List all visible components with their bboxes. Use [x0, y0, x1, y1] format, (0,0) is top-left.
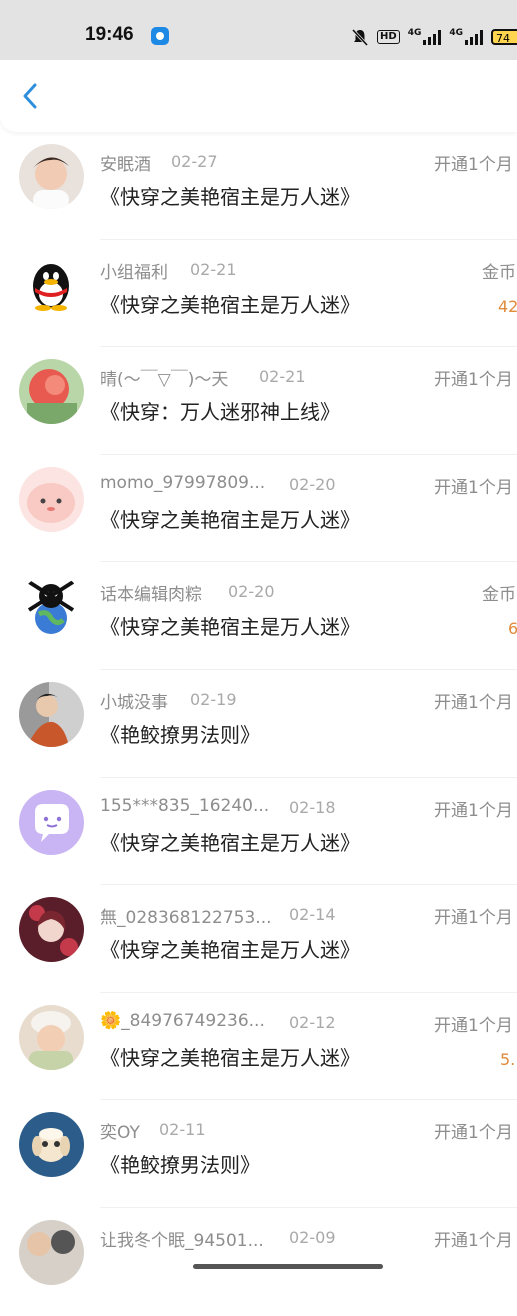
record-action: 开通1个月	[434, 1123, 513, 1144]
coin-amount: 42	[498, 296, 517, 316]
book-title[interactable]: 《快穿之美艳宿主是万人迷》	[100, 289, 360, 318]
signal-icon-1: 4G	[408, 29, 442, 45]
user-name: 话本编辑肉粽	[100, 585, 202, 606]
coin-amount: 6	[508, 619, 517, 639]
list-item[interactable]: 小城没事 02-19 《艳鲛撩男法则》 开通1个月	[0, 670, 517, 778]
user-name: 小城没事	[100, 692, 168, 713]
battery-icon: 74	[491, 29, 517, 45]
record-date: 02-14	[289, 905, 336, 925]
record-action: 开通1个月	[434, 1230, 513, 1251]
record-action: 开通1个月	[434, 908, 513, 929]
book-title[interactable]: 《快穿之美艳宿主是万人迷》	[100, 827, 360, 856]
record-date: 02-18	[289, 797, 336, 817]
user-name: 奕OY	[100, 1123, 140, 1144]
book-title[interactable]: 《艳鲛撩男法则》	[100, 719, 260, 748]
record-date: 02-21	[259, 367, 306, 387]
record-action: 开通1个月	[434, 477, 513, 498]
record-action: 开通1个月	[434, 1015, 513, 1036]
record-date: 02-19	[190, 689, 237, 709]
bell-muted-icon	[351, 28, 369, 46]
avatar[interactable]	[19, 1112, 84, 1178]
record-date: 02-21	[190, 259, 237, 279]
record-date: 02-11	[159, 1120, 206, 1140]
book-title[interactable]: 《快穿之美艳宿主是万人迷》	[100, 934, 360, 963]
app-notification-icon	[151, 27, 169, 45]
record-date: 02-20	[228, 582, 275, 602]
list-item[interactable]: 🌼_84976749236... 02-12 《快穿之美艳宿主是万人迷》 开通1…	[0, 993, 517, 1101]
user-name: 安眠酒	[100, 155, 151, 175]
signal-icon-2: 4G	[449, 29, 483, 45]
list-item[interactable]: momo_97997809... 02-20 《快穿之美艳宿主是万人迷》 开通1…	[0, 455, 517, 563]
list-item[interactable]: 让我冬个眠_94501... 02-09 开通1个月	[0, 1208, 517, 1316]
book-title[interactable]: 《快穿之美艳宿主是万人迷》	[100, 504, 360, 533]
user-name: 無_028368122753...	[100, 908, 272, 929]
avatar[interactable]	[19, 789, 84, 855]
list-item[interactable]: 话本编辑肉粽 02-20 《快穿之美艳宿主是万人迷》 金币 6	[0, 562, 517, 670]
avatar[interactable]	[19, 1004, 84, 1070]
record-date: 02-09	[289, 1227, 336, 1247]
user-name: momo_97997809...	[100, 472, 266, 493]
avatar[interactable]	[19, 144, 84, 209]
book-title[interactable]: 《艳鲛撩男法则》	[100, 1149, 260, 1178]
book-title[interactable]: 《快穿：万人迷邪神上线》	[100, 396, 340, 425]
list-item[interactable]: 安眠酒 02-27 《快穿之美艳宿主是万人迷》 开通1个月	[0, 132, 517, 240]
avatar[interactable]	[19, 466, 84, 532]
record-action: 开通1个月	[434, 800, 513, 821]
status-time: 19:46	[85, 24, 134, 45]
record-action: 金币	[482, 585, 516, 606]
record-action: 开通1个月	[434, 155, 513, 175]
avatar[interactable]	[19, 1219, 84, 1285]
book-title[interactable]: 《快穿之美艳宿主是万人迷》	[100, 181, 360, 210]
record-date: 02-20	[289, 474, 336, 494]
status-icons: HD 4G 4G 74	[351, 24, 517, 50]
record-list: 安眠酒 02-27 《快穿之美艳宿主是万人迷》 开通1个月 小组福利 02-21…	[0, 132, 517, 1316]
record-action: 开通1个月	[434, 692, 513, 713]
record-date: 02-27	[171, 152, 218, 171]
list-item[interactable]: 155***835_16240... 02-18 《快穿之美艳宿主是万人迷》 开…	[0, 778, 517, 886]
avatar[interactable]	[19, 897, 84, 963]
avatar[interactable]	[19, 574, 84, 640]
user-name: 小组福利	[100, 262, 168, 283]
list-item[interactable]: 無_028368122753... 02-14 《快穿之美艳宿主是万人迷》 开通…	[0, 885, 517, 993]
list-item[interactable]: 小组福利 02-21 《快穿之美艳宿主是万人迷》 金币 42	[0, 240, 517, 348]
list-item[interactable]: 奕OY 02-11 《艳鲛撩男法则》 开通1个月	[0, 1100, 517, 1208]
top-nav-bar	[0, 60, 517, 132]
book-title[interactable]: 《快穿之美艳宿主是万人迷》	[100, 611, 360, 640]
home-indicator[interactable]	[193, 1264, 383, 1269]
user-name: 晴(～￣▽￣)～天	[100, 370, 229, 391]
book-title[interactable]: 《快穿之美艳宿主是万人迷》	[100, 1042, 360, 1071]
coin-amount: 5.	[500, 1049, 516, 1069]
user-name: 让我冬个眠_94501...	[100, 1230, 264, 1251]
avatar[interactable]	[19, 251, 84, 317]
status-bar: 19:46 HD 4G 4G 74	[0, 0, 517, 60]
user-name: 155***835_16240...	[100, 795, 270, 816]
record-date: 02-12	[289, 1012, 336, 1032]
avatar[interactable]	[19, 359, 84, 425]
hd-voice-icon: HD	[377, 30, 400, 44]
avatar[interactable]	[19, 681, 84, 747]
chevron-left-icon[interactable]	[20, 82, 42, 110]
list-item[interactable]: 晴(～￣▽￣)～天 02-21 《快穿：万人迷邪神上线》 开通1个月	[0, 347, 517, 455]
record-action: 金币	[482, 262, 516, 283]
record-action: 开通1个月	[434, 370, 513, 391]
user-name: 🌼_84976749236...	[100, 1010, 265, 1031]
